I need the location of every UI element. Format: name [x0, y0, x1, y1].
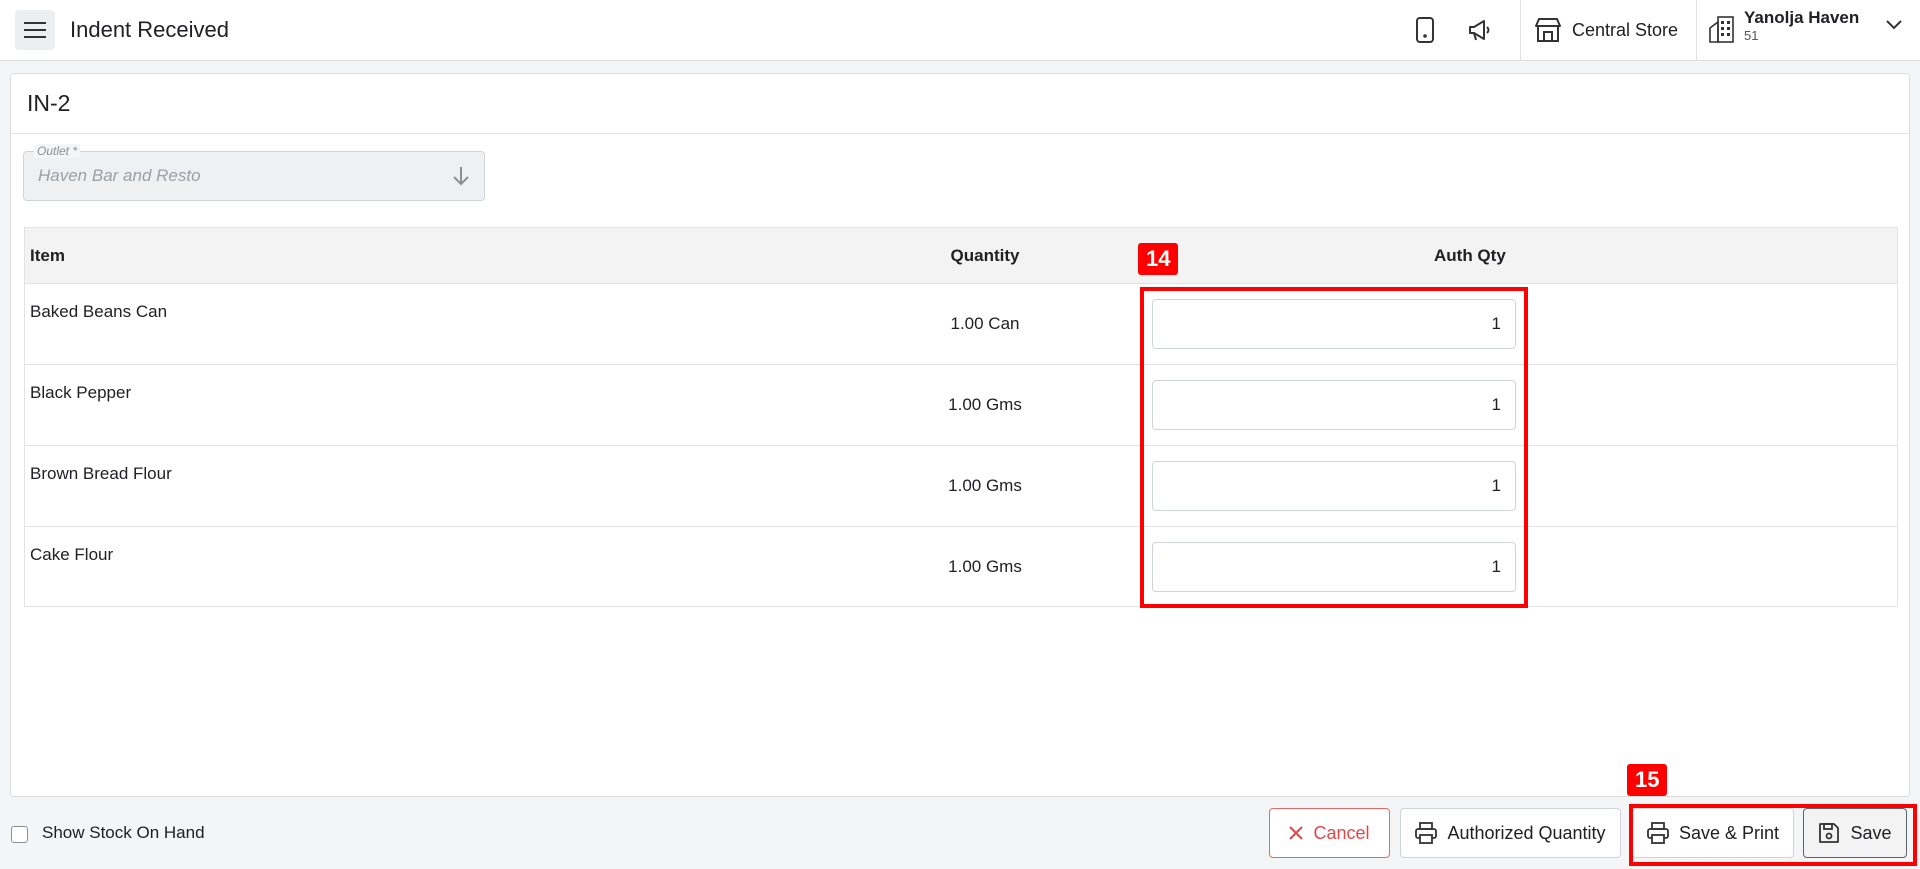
- document-title: IN-2: [27, 90, 71, 116]
- annotation-box-14: [1140, 287, 1528, 608]
- item-name: Black Pepper: [30, 383, 132, 402]
- table-header: Item Quantity Auth Qty: [25, 228, 1897, 284]
- megaphone-icon[interactable]: [1466, 16, 1494, 44]
- table-row: Cake Flour 1.00 Gms: [25, 527, 1897, 608]
- card-header: IN-2: [11, 74, 1909, 134]
- item-quantity: 1.00 Gms: [948, 476, 1022, 495]
- close-icon: [1289, 826, 1304, 840]
- menu-button[interactable]: [15, 10, 55, 50]
- indent-card: IN-2 Outlet * Haven Bar and Resto Item Q…: [10, 73, 1910, 797]
- building-icon: [1709, 16, 1734, 43]
- table-row: Baked Beans Can 1.00 Can: [25, 284, 1897, 365]
- outlet-select[interactable]: Outlet * Haven Bar and Resto: [23, 144, 485, 201]
- cancel-label: Cancel: [1313, 822, 1370, 843]
- item-quantity: 1.00 Gms: [948, 395, 1022, 414]
- store-icon: [1535, 18, 1561, 42]
- outlet-label: Outlet *: [34, 144, 81, 158]
- divider: [1520, 0, 1521, 60]
- items-table: Item Quantity Auth Qty Baked Beans Can 1…: [24, 227, 1898, 607]
- authorized-quantity-label: Authorized Quantity: [1447, 822, 1606, 843]
- annotation-tag-15: 15: [1627, 764, 1668, 796]
- show-stock-label: Show Stock On Hand: [42, 823, 205, 842]
- item-quantity: 1.00 Gms: [948, 557, 1022, 576]
- user-name: Yanolja Haven: [1744, 8, 1860, 27]
- store-selector[interactable]: Central Store: [1534, 0, 1678, 60]
- user-sub: 51: [1744, 28, 1759, 43]
- column-header-auth-qty: Auth Qty: [1434, 246, 1506, 265]
- top-bar: Indent Received Central Store Yanolja Ha…: [0, 0, 1920, 61]
- page-title: Indent Received: [70, 17, 229, 42]
- printer-icon: [1415, 822, 1438, 844]
- table-row: Black Pepper 1.00 Gms: [25, 365, 1897, 446]
- item-name: Cake Flour: [30, 545, 114, 564]
- annotation-tag-14: 14: [1138, 243, 1179, 275]
- item-name: Baked Beans Can: [30, 302, 168, 321]
- show-stock-checkbox[interactable]: [11, 826, 28, 843]
- cancel-button[interactable]: Cancel: [1269, 808, 1390, 858]
- store-label: Central Store: [1572, 19, 1679, 40]
- arrow-down-icon: [453, 167, 469, 186]
- item-quantity: 1.00 Can: [950, 314, 1020, 333]
- outlet-value: Haven Bar and Resto: [38, 166, 201, 185]
- item-name: Brown Bread Flour: [30, 464, 172, 483]
- column-header-item: Item: [30, 246, 65, 265]
- menu-icon: [24, 22, 46, 38]
- chevron-down-icon[interactable]: [1886, 20, 1902, 30]
- column-header-quantity: Quantity: [950, 246, 1020, 265]
- table-row: Brown Bread Flour 1.00 Gms: [25, 446, 1897, 527]
- divider: [1696, 0, 1697, 60]
- annotation-box-15: [1629, 804, 1917, 866]
- mobile-icon[interactable]: [1411, 16, 1439, 44]
- user-menu[interactable]: Yanolja Haven 51: [1708, 8, 1859, 44]
- authorized-quantity-button[interactable]: Authorized Quantity: [1400, 808, 1621, 858]
